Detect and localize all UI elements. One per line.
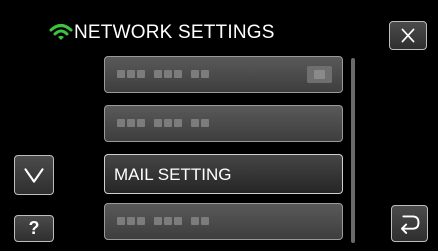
mail-setting-label: MAIL SETTING	[114, 165, 232, 184]
return-icon	[400, 215, 420, 234]
list-item[interactable]	[104, 105, 343, 142]
page-title: NETWORK SETTINGS	[74, 22, 275, 43]
obscured-label	[117, 119, 211, 128]
back-button[interactable]	[391, 205, 428, 242]
close-button[interactable]	[389, 21, 427, 50]
obscured-label	[117, 217, 211, 226]
scrollbar[interactable]	[351, 58, 355, 243]
list-item[interactable]	[104, 203, 343, 240]
network-settings-screen: NETWORK SETTINGS MAIL SETTING ?	[0, 0, 438, 251]
close-icon	[401, 28, 415, 43]
help-label: ?	[28, 218, 40, 238]
help-button[interactable]: ?	[14, 215, 54, 242]
chevron-down-icon	[24, 168, 44, 183]
wifi-icon	[49, 24, 73, 40]
header: NETWORK SETTINGS	[0, 0, 438, 60]
scroll-down-button[interactable]	[14, 155, 54, 195]
obscured-label	[117, 70, 211, 79]
mail-setting-item[interactable]: MAIL SETTING	[104, 154, 343, 194]
setting-chip-icon	[307, 66, 332, 83]
list-item[interactable]	[104, 56, 343, 93]
